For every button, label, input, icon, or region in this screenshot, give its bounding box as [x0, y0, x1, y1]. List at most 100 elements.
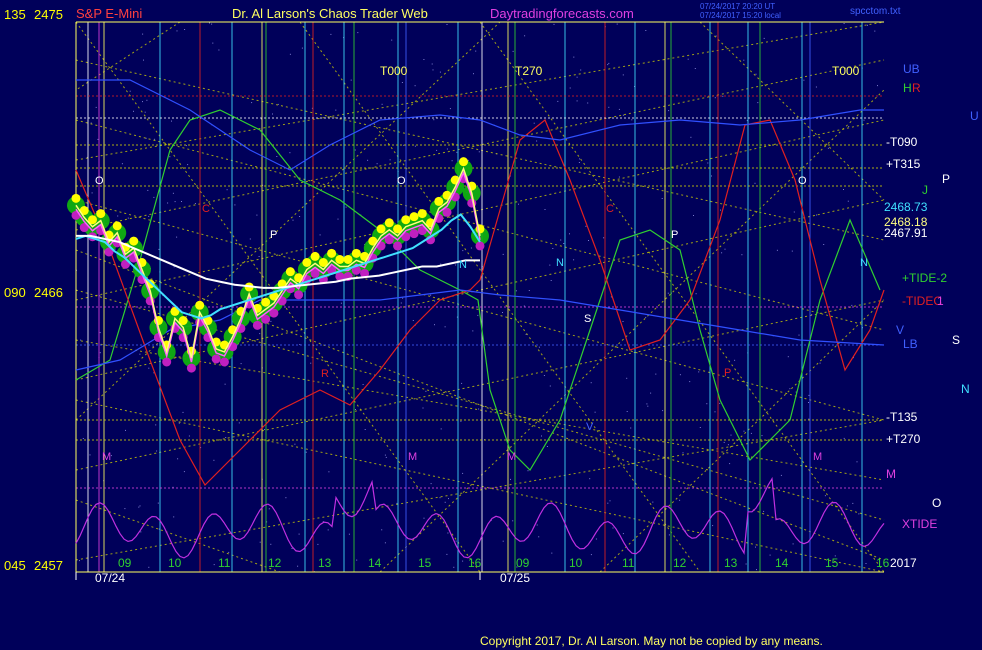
star: [510, 478, 511, 480]
star: [856, 461, 858, 463]
star: [546, 446, 548, 447]
star: [185, 145, 187, 147]
star: [299, 216, 301, 217]
star: [440, 428, 442, 430]
star: [147, 189, 149, 191]
site-link[interactable]: Daytradingforecasts.com: [490, 6, 634, 21]
star: [99, 295, 101, 297]
star: [763, 37, 765, 39]
star: [456, 151, 458, 153]
star: [877, 85, 878, 87]
price-high-dot: [302, 258, 312, 267]
star: [224, 383, 226, 385]
hour-label: 09: [118, 556, 132, 570]
star: [698, 371, 700, 373]
copyright-notice: Copyright 2017, Dr. Al Larson. May not b…: [480, 634, 823, 648]
star: [646, 403, 648, 405]
star: [843, 437, 845, 439]
star: [655, 373, 657, 375]
star: [455, 264, 457, 266]
right-price-3: 2467.91: [884, 226, 928, 240]
star: [827, 147, 829, 149]
star: [622, 533, 624, 535]
star: [816, 214, 818, 216]
star: [470, 247, 472, 249]
price-low-dot: [219, 357, 229, 367]
price-high-dot: [261, 297, 271, 307]
star: [124, 508, 126, 510]
star: [335, 109, 337, 111]
star: [576, 100, 578, 102]
star: [357, 32, 359, 34]
star: [158, 248, 160, 250]
right-label-u: U: [970, 109, 979, 123]
star: [153, 196, 155, 198]
top-label-t270: T270: [515, 64, 543, 78]
data-file-label: spcctom.txt: [850, 6, 901, 17]
star: [682, 452, 684, 454]
star: [172, 192, 174, 194]
star: [626, 377, 628, 379]
star: [291, 548, 293, 549]
hour-label: 15: [825, 556, 839, 570]
price-high-dot: [195, 300, 205, 310]
star: [755, 546, 756, 548]
star: [176, 236, 178, 238]
star: [553, 23, 555, 25]
left-axis-mid-angle: 090: [4, 285, 26, 300]
star: [679, 374, 681, 376]
right-label-j: J: [922, 183, 928, 197]
star: [155, 424, 157, 426]
star: [188, 435, 190, 437]
star: [99, 332, 101, 334]
price-high-dot: [335, 254, 345, 264]
right-label-m: M: [886, 467, 896, 481]
planet-marker: O: [798, 175, 807, 187]
star: [712, 525, 714, 527]
star: [354, 149, 356, 151]
hour-label: 12: [268, 556, 282, 570]
hour-label: 16: [468, 556, 482, 570]
star: [385, 456, 387, 458]
star: [622, 321, 624, 322]
star: [439, 497, 441, 499]
star: [549, 264, 551, 266]
star: [541, 435, 542, 437]
star: [95, 106, 97, 108]
star: [622, 114, 624, 116]
star: [533, 122, 535, 124]
star: [478, 408, 480, 410]
star: [791, 250, 793, 252]
star: [276, 156, 278, 157]
star: [863, 119, 865, 121]
star: [714, 97, 716, 99]
star: [319, 234, 321, 236]
instrument-label: S&P E-Mini: [76, 6, 142, 21]
star: [776, 249, 778, 251]
star: [234, 204, 236, 206]
star: [154, 138, 156, 140]
star: [127, 217, 129, 219]
star: [527, 470, 529, 472]
star: [362, 384, 364, 385]
star: [563, 243, 565, 244]
star: [181, 201, 182, 202]
star: [213, 564, 215, 566]
star: [518, 203, 519, 205]
right-price-1: 2468.73: [884, 200, 928, 214]
star: [422, 407, 424, 409]
star: [462, 560, 464, 562]
star: [125, 429, 126, 431]
planet-marker: M: [813, 451, 822, 463]
price-high-dot: [343, 254, 353, 264]
planet-marker: M: [408, 451, 417, 463]
star: [462, 472, 464, 474]
star: [734, 359, 736, 361]
star: [355, 409, 356, 410]
star: [89, 454, 91, 456]
planet-marker: N: [459, 259, 467, 271]
star: [579, 158, 581, 160]
hour-label: 11: [218, 556, 231, 570]
price-high-dot: [327, 248, 337, 258]
star: [843, 23, 845, 24]
